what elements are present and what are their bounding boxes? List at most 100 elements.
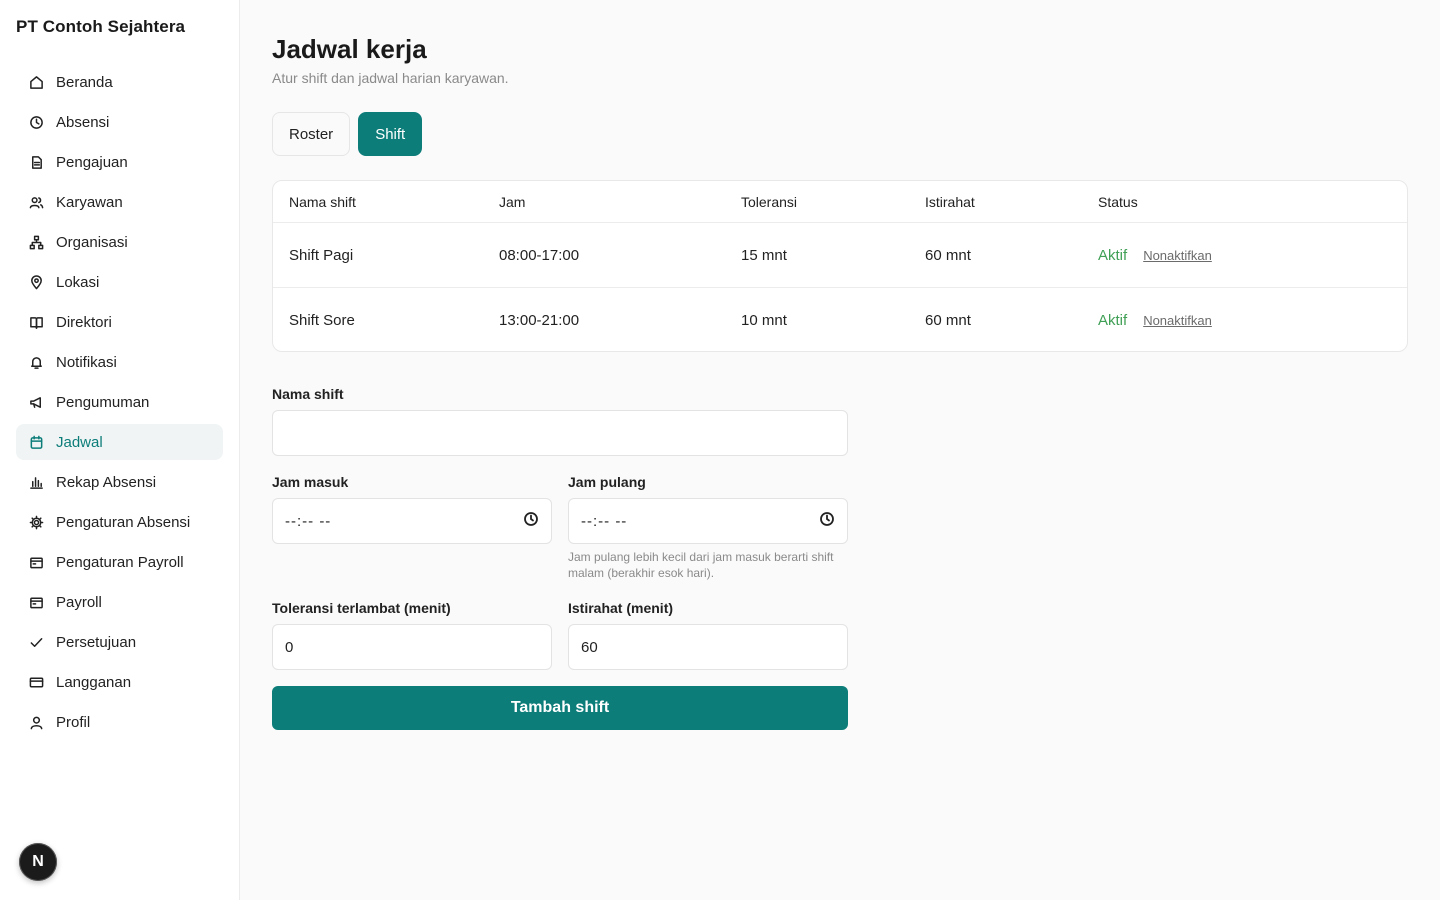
- sidebar-item-pengaturan-absensi[interactable]: Pengaturan Absensi: [16, 504, 223, 540]
- sidebar-item-notifikasi[interactable]: Notifikasi: [16, 344, 223, 380]
- sidebar-item-organisasi[interactable]: Organisasi: [16, 224, 223, 260]
- main-content: Jadwal kerja Atur shift dan jadwal haria…: [240, 0, 1440, 900]
- page-title: Jadwal kerja: [272, 34, 427, 64]
- toleransi-input[interactable]: 0: [272, 624, 552, 670]
- sidebar-item-pengumuman[interactable]: Pengumuman: [16, 384, 223, 420]
- wallet-icon: [28, 554, 44, 570]
- deactivate-link[interactable]: Nonaktifkan: [1143, 248, 1212, 263]
- credit-card-icon: [28, 674, 44, 690]
- jam-masuk-value: --:-- --: [285, 512, 332, 530]
- sidebar-item-label: Pengaturan Payroll: [56, 553, 184, 571]
- book-icon: [28, 314, 44, 330]
- sidebar-item-lokasi[interactable]: Lokasi: [16, 264, 223, 300]
- nama-shift-input[interactable]: [272, 410, 848, 456]
- page-subtitle: Atur shift dan jadwal harian karyawan.: [272, 70, 509, 86]
- sidebar-item-label: Langganan: [56, 673, 132, 691]
- users-icon: [28, 194, 44, 210]
- istirahat-input[interactable]: 60: [568, 624, 848, 670]
- tab-group: Roster Shift: [272, 112, 423, 156]
- sidebar-nav: Beranda Absensi Pengajuan Karyawan Organ…: [16, 64, 223, 744]
- sidebar-item-jadwal[interactable]: Jadwal: [16, 424, 223, 460]
- jam-pulang-value: --:-- --: [581, 512, 628, 530]
- sidebar-item-profil[interactable]: Profil: [16, 704, 223, 740]
- table-row: Shift Pagi 08:00-17:00 15 mnt 60 mnt Akt…: [273, 223, 1407, 288]
- sidebar-item-label: Profil: [56, 713, 91, 731]
- jam-masuk-label: Jam masuk: [272, 474, 349, 490]
- cell-nama-shift: Shift Pagi: [289, 246, 354, 264]
- sidebar-item-persetujuan[interactable]: Persetujuan: [16, 624, 223, 660]
- wallet-icon: [28, 594, 44, 610]
- calendar-icon: [28, 434, 44, 450]
- sidebar-item-rekap-absensi[interactable]: Rekap Absensi: [16, 464, 223, 500]
- sidebar-item-label: Lokasi: [56, 273, 100, 291]
- toleransi-label: Toleransi terlambat (menit): [272, 600, 451, 616]
- cell-status: Aktif Nonaktifkan: [1098, 247, 1212, 264]
- gear-icon: [28, 514, 44, 530]
- add-shift-button[interactable]: Tambah shift: [272, 686, 848, 730]
- megaphone-icon: [28, 394, 44, 410]
- cell-toleransi: 10 mnt: [741, 312, 787, 329]
- sidebar-item-label: Rekap Absensi: [56, 473, 157, 491]
- home-icon: [28, 74, 44, 90]
- cell-jam: 08:00-17:00: [499, 246, 580, 264]
- istirahat-label: Istirahat (menit): [568, 600, 674, 616]
- sidebar-item-payroll[interactable]: Payroll: [16, 584, 223, 620]
- sidebar-item-label: Absensi: [56, 113, 110, 131]
- sidebar-item-pengajuan[interactable]: Pengajuan: [16, 144, 223, 180]
- cell-istirahat: 60 mnt: [925, 312, 971, 329]
- org-chart-icon: [28, 234, 44, 250]
- sidebar-item-label: Persetujuan: [56, 633, 137, 651]
- table-header: Nama shift Jam Toleransi Istirahat Statu…: [273, 181, 1407, 223]
- sidebar-item-label: Beranda: [56, 73, 113, 91]
- jam-pulang-hint: Jam pulang lebih kecil dari jam masuk be…: [568, 550, 834, 580]
- header-jam: Jam: [499, 193, 526, 210]
- sidebar-item-absensi[interactable]: Absensi: [16, 104, 223, 140]
- sidebar-item-pengaturan-payroll[interactable]: Pengaturan Payroll: [16, 544, 223, 580]
- sidebar-item-langganan[interactable]: Langganan: [16, 664, 223, 700]
- jam-masuk-input[interactable]: --:-- --: [272, 498, 552, 544]
- header-nama-shift: Nama shift: [289, 193, 356, 210]
- sidebar-item-label: Pengumuman: [56, 393, 150, 411]
- cell-istirahat: 60 mnt: [925, 246, 971, 264]
- map-pin-icon: [28, 274, 44, 290]
- header-toleransi: Toleransi: [741, 193, 798, 210]
- status-badge: Aktif: [1098, 246, 1128, 264]
- org-name: PT Contoh Sejahtera: [16, 17, 186, 36]
- sidebar-item-label: Karyawan: [56, 193, 123, 211]
- cell-toleransi: 15 mnt: [741, 246, 787, 264]
- bar-chart-icon: [28, 474, 44, 490]
- sidebar-item-label: Payroll: [56, 593, 102, 611]
- sidebar-item-beranda[interactable]: Beranda: [16, 64, 223, 100]
- jam-pulang-input[interactable]: --:-- --: [568, 498, 848, 544]
- sidebar-item-label: Notifikasi: [56, 353, 117, 371]
- sidebar-item-label: Pengaturan Absensi: [56, 513, 191, 531]
- table-row: Shift Sore 13:00-21:00 10 mnt 60 mnt Akt…: [273, 288, 1407, 351]
- status-badge: Aktif: [1098, 312, 1128, 329]
- clock-icon: [28, 114, 44, 130]
- sidebar-item-label: Organisasi: [56, 233, 128, 251]
- clock-icon[interactable]: [819, 511, 835, 531]
- sidebar: PT Contoh Sejahtera Beranda Absensi Peng…: [0, 0, 240, 900]
- deactivate-link[interactable]: Nonaktifkan: [1143, 313, 1212, 328]
- sidebar-item-label: Direktori: [56, 313, 112, 331]
- header-status: Status: [1098, 193, 1138, 210]
- cell-nama-shift: Shift Sore: [289, 312, 355, 329]
- sidebar-item-karyawan[interactable]: Karyawan: [16, 184, 223, 220]
- sidebar-item-direktori[interactable]: Direktori: [16, 304, 223, 340]
- tab-shift[interactable]: Shift: [358, 112, 423, 156]
- header-istirahat: Istirahat: [925, 193, 975, 210]
- user-icon: [28, 714, 44, 730]
- sidebar-item-label: Jadwal: [56, 433, 103, 451]
- nama-shift-label: Nama shift: [272, 386, 344, 402]
- cell-jam: 13:00-21:00: [499, 312, 580, 329]
- sidebar-item-label: Pengajuan: [56, 153, 128, 171]
- document-icon: [28, 154, 44, 170]
- tab-roster[interactable]: Roster: [272, 112, 351, 156]
- shift-table: Nama shift Jam Toleransi Istirahat Statu…: [272, 180, 1408, 352]
- check-icon: [28, 634, 44, 650]
- n-badge[interactable]: N: [19, 843, 57, 881]
- bell-icon: [28, 354, 44, 370]
- jam-pulang-label: Jam pulang: [568, 474, 646, 490]
- cell-status: Aktif Nonaktifkan: [1098, 312, 1212, 329]
- clock-icon[interactable]: [523, 511, 539, 531]
